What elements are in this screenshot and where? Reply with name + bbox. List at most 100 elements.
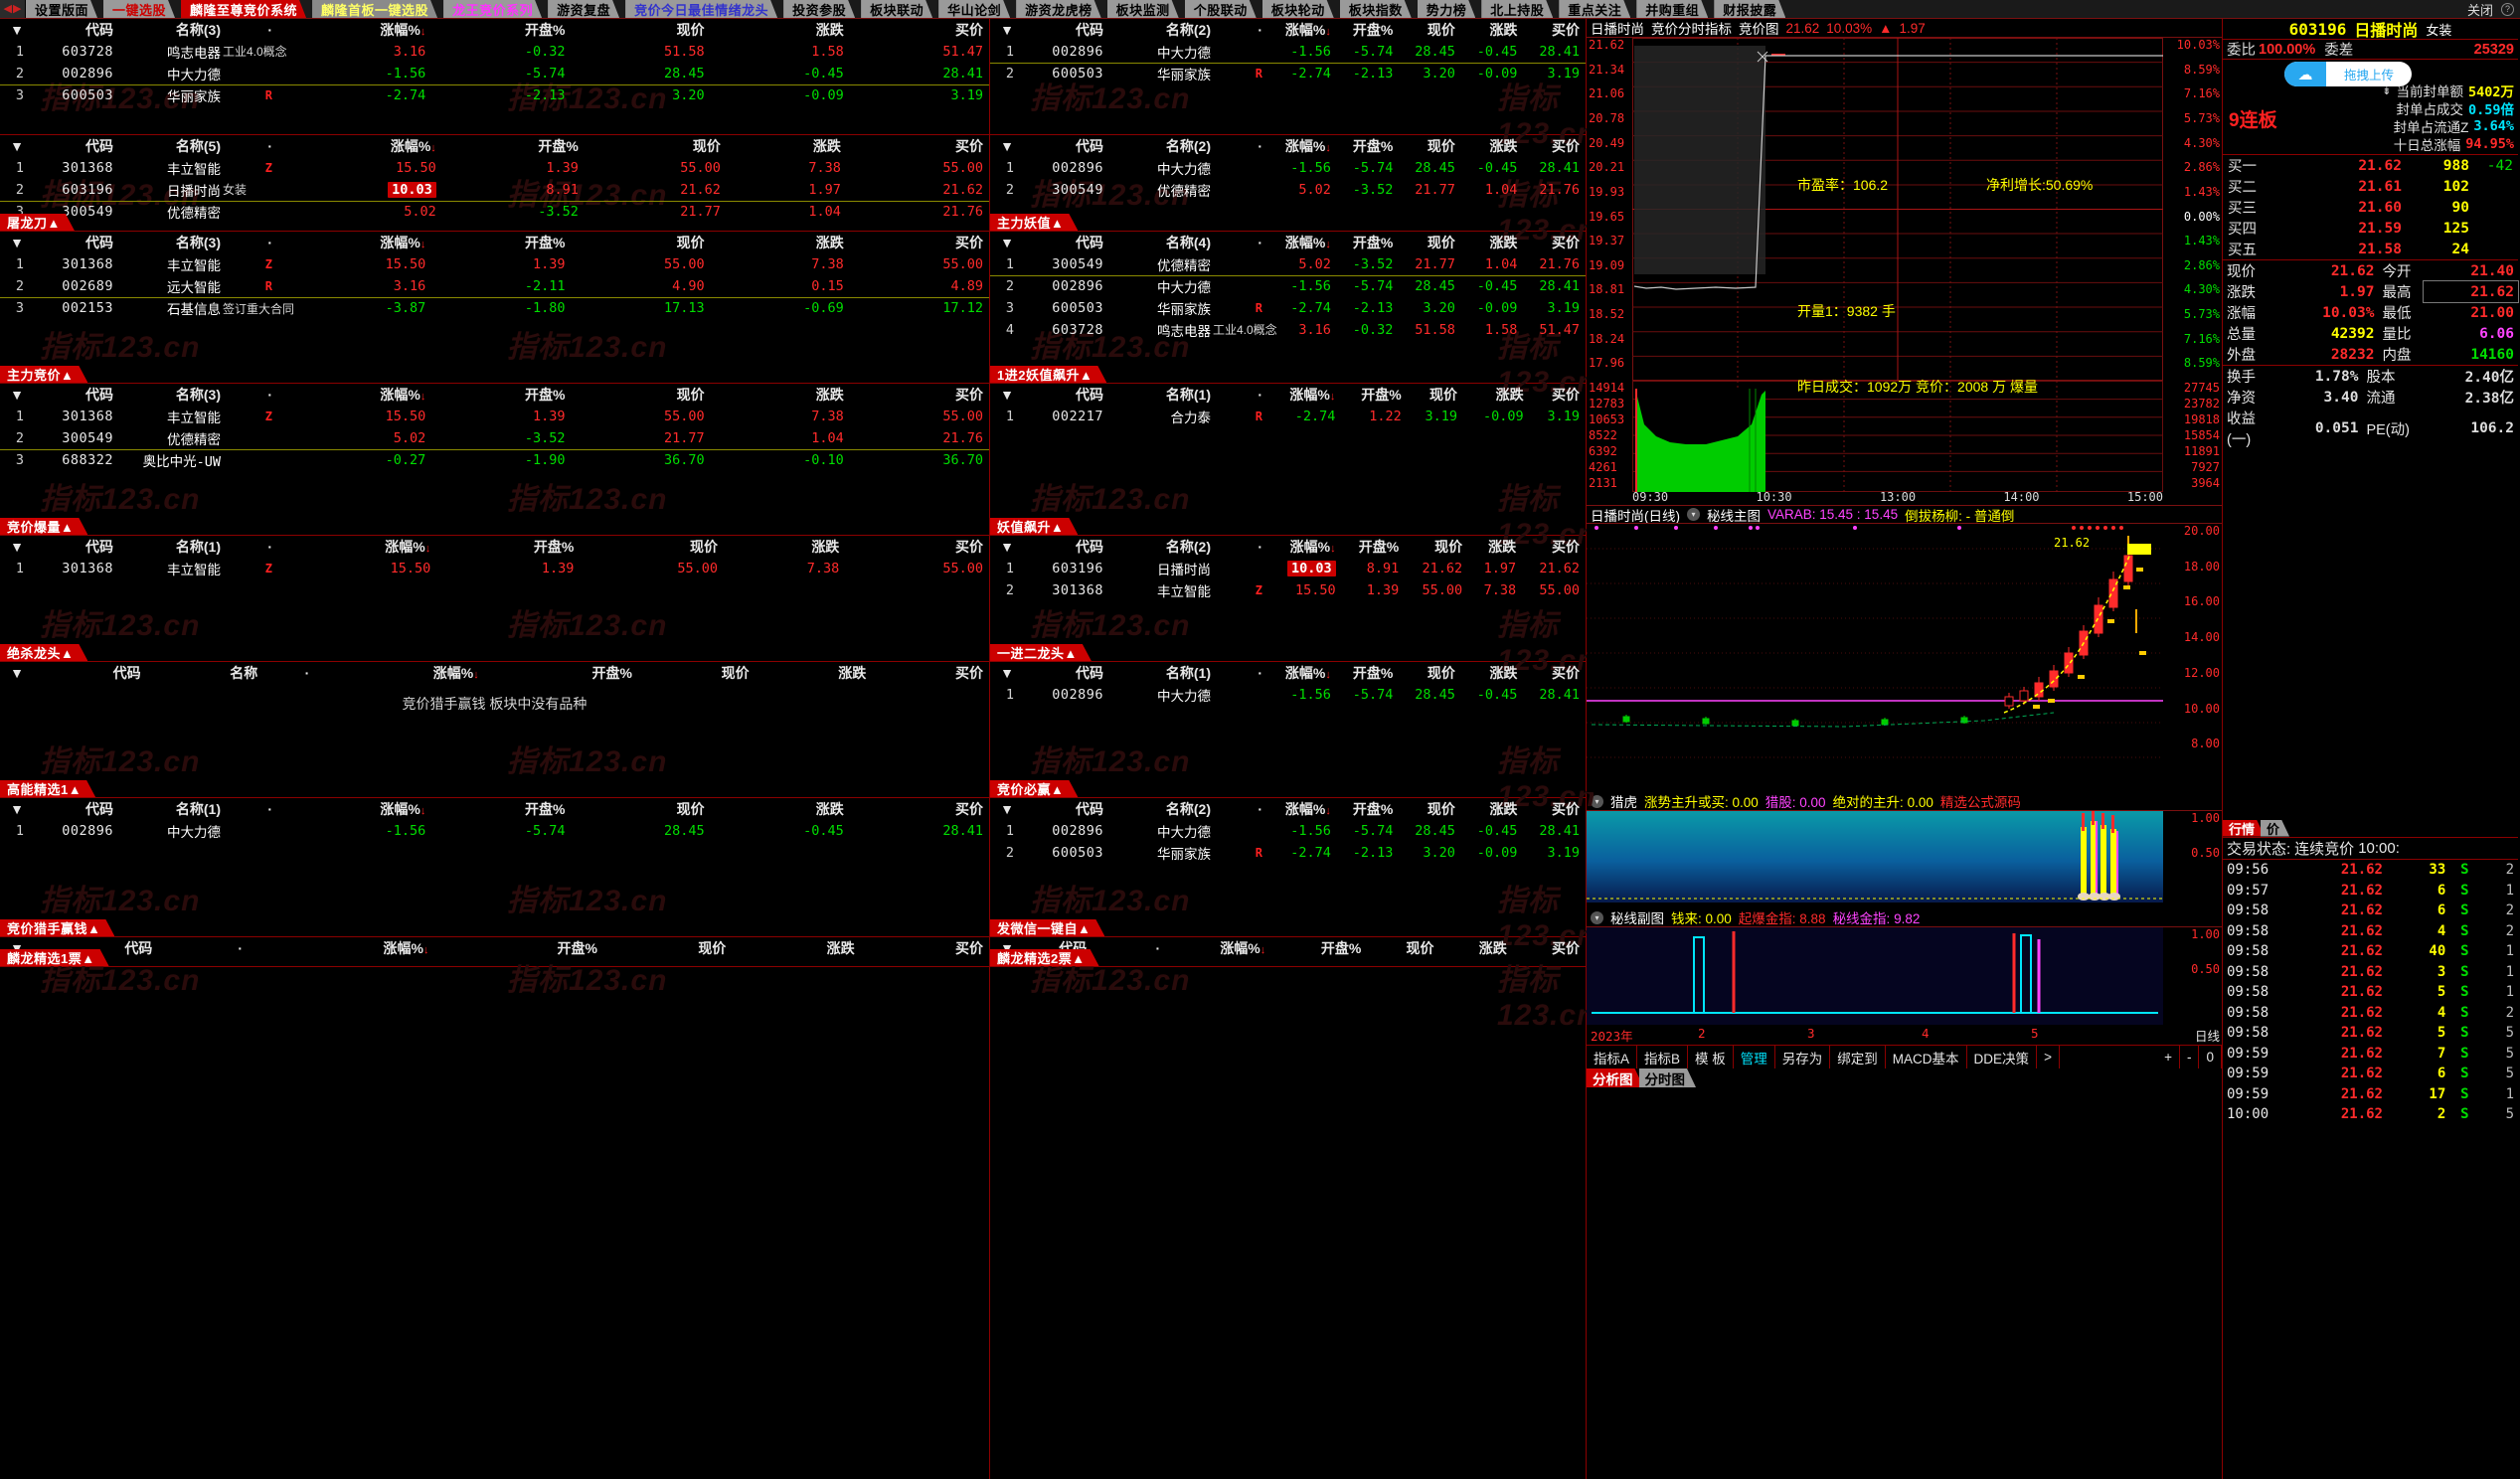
nav-tab-17[interactable]: 重点关注 xyxy=(1559,0,1630,18)
header-code[interactable]: 代码 xyxy=(1020,232,1109,253)
header-pct[interactable]: 涨幅%↓ xyxy=(1166,937,1271,959)
sort-arrow-icon[interactable]: ▼ xyxy=(990,232,1020,253)
table-row[interactable]: 2 002896 中大力德 -1.56 -5.74 28.45 -0.45 28.41 xyxy=(990,275,1586,297)
header-name[interactable]: 名称(2) xyxy=(1109,19,1217,41)
header-price[interactable]: 现价 xyxy=(571,232,710,253)
toolbar-item-1[interactable]: 指标B xyxy=(1637,1046,1689,1068)
table-row[interactable]: 4 603728 鸣志电器 工业4.0概念 3.16 -0.32 51.58 1.58 51.4… xyxy=(990,319,1586,341)
header-price[interactable]: 现价 xyxy=(1399,662,1461,684)
header-chg[interactable]: 涨跌 xyxy=(1461,19,1524,41)
header-price[interactable]: 现价 xyxy=(1399,135,1461,157)
stock-table[interactable]: ▼ 代码 名称(2) · 涨幅%↓ 开盘% 现价 涨跌 买价 1 002896 中大力德 -1.56 -5… xyxy=(990,19,1586,84)
header-name[interactable]: 名称(1) xyxy=(1109,384,1217,406)
header-open[interactable]: 开盘% xyxy=(1337,662,1400,684)
table-row[interactable]: 2 603196 日播时尚 女装 10.03 8.91 21.62 1.97 21.62 xyxy=(0,179,989,202)
panel-title[interactable]: 麟龙精选1票▲ xyxy=(0,949,109,966)
sort-arrow-icon[interactable]: ▼ xyxy=(0,232,30,253)
header-price[interactable]: 现价 xyxy=(1399,798,1461,820)
header-open[interactable]: 开盘% xyxy=(434,937,603,959)
header-dot[interactable]: · xyxy=(227,384,278,406)
table-row[interactable]: 1 301368 丰立智能 Z 15.50 1.39 55.00 7.38 55.00 xyxy=(0,558,989,579)
stock-table[interactable]: ▼ 代码 名称(4) · 涨幅%↓ 开盘% 现价 涨跌 买价 1 300549 优德精密 5.02 -3.… xyxy=(990,232,1586,341)
stock-table[interactable]: ▼ 代码 名称(5) · 涨幅%↓ 开盘% 现价 涨跌 买价 1 301368 丰立智能 Z 15.50 1… xyxy=(0,135,989,223)
header-price[interactable]: 现价 xyxy=(1405,536,1468,558)
panel-title[interactable]: 妖值飙升▲ xyxy=(990,518,1078,535)
nav-tab-19[interactable]: 财报披露 xyxy=(1714,0,1785,18)
table-row[interactable]: 1 301368 丰立智能 Z 15.50 1.39 55.00 7.38 55.00 xyxy=(0,406,989,427)
sort-arrow-icon[interactable]: ▼ xyxy=(990,384,1020,406)
sub2-name[interactable]: 秘线副图 xyxy=(1610,908,1664,926)
table-row[interactable]: 2 300549 优德精密 5.02 -3.52 21.77 1.04 21.76 xyxy=(990,179,1586,201)
table-row[interactable]: 1 002217 合力泰 R -2.74 1.22 3.19 -0.09 3.19 xyxy=(990,406,1586,427)
nav-tab-13[interactable]: 板块轮动 xyxy=(1262,0,1334,18)
sub1-name[interactable]: 猎虎 xyxy=(1610,792,1637,810)
header-name[interactable]: 名称(2) xyxy=(1109,798,1217,820)
header-price[interactable]: 现价 xyxy=(580,536,724,558)
table-row[interactable]: 1 603728 鸣志电器 工业4.0概念 3.16 -0.32 51.58 1.58 51.4… xyxy=(0,41,989,63)
header-bid[interactable]: 买价 xyxy=(1513,937,1586,959)
table-row[interactable]: 1 002896 中大力德 -1.56 -5.74 28.45 -0.45 28.41 xyxy=(990,684,1586,706)
sort-arrow-icon[interactable]: ▼ xyxy=(0,384,30,406)
header-pct[interactable]: 涨幅%↓ xyxy=(1268,19,1337,41)
header-chg[interactable]: 涨跌 xyxy=(1461,232,1524,253)
panel-title[interactable]: 绝杀龙头▲ xyxy=(0,644,87,661)
panel-title[interactable]: 高能精选1▲ xyxy=(0,780,95,797)
zoom-control-0[interactable]: + xyxy=(2157,1046,2180,1068)
intraday-price-plot[interactable]: 21.62 21.34 21.06 20.78 20.49 20.21 19.93 19.65… xyxy=(1587,38,2222,381)
sort-arrow-icon[interactable]: ▼ xyxy=(0,662,30,684)
chart-view-tab-1[interactable]: 分时图 xyxy=(1639,1068,1697,1087)
header-open[interactable]: 开盘% xyxy=(1337,798,1400,820)
stock-table[interactable]: ▼ 代码 名称 · 涨幅%↓ 开盘% 现价 涨跌 买价 xyxy=(0,662,989,684)
header-open[interactable]: 开盘% xyxy=(442,135,585,157)
header-open[interactable]: 开盘% xyxy=(485,662,638,684)
header-bid[interactable]: 买价 xyxy=(850,232,989,253)
header-name[interactable]: 名称(3) xyxy=(119,232,227,253)
period-label[interactable]: 日线 xyxy=(2195,1026,2220,1045)
stock-table[interactable]: ▼ 代码 名称(2) · 涨幅%↓ 开盘% 现价 涨跌 买价 1 002896 中大力德 -1.56 -5… xyxy=(990,135,1586,201)
header-dot[interactable]: · xyxy=(227,19,278,41)
header-pct[interactable]: 涨幅%↓ xyxy=(1268,662,1337,684)
header-bid[interactable]: 买价 xyxy=(850,384,989,406)
nav-right-arrow-icon[interactable]: ▶ xyxy=(13,3,21,15)
header-dot[interactable]: · xyxy=(227,232,278,253)
header-pct[interactable]: 涨幅%↓ xyxy=(278,384,431,406)
sort-arrow-icon[interactable]: ▼ xyxy=(990,798,1020,820)
table-row[interactable]: 1 002896 中大力德 -1.56 -5.74 28.45 -0.45 28.41 xyxy=(0,820,989,842)
header-code[interactable]: 代码 xyxy=(30,798,119,820)
header-pct[interactable]: 涨幅%↓ xyxy=(1268,798,1337,820)
table-row[interactable]: 3 600503 华丽家族 R -2.74 -2.13 3.20 -0.09 3.19 xyxy=(990,297,1586,319)
toolbar-item-8[interactable]: > xyxy=(2037,1046,2060,1068)
toolbar-item-2[interactable]: 模 板 xyxy=(1688,1046,1734,1068)
header-price[interactable]: 现价 xyxy=(1367,937,1439,959)
header-open[interactable]: 开盘% xyxy=(431,798,571,820)
table-row[interactable]: 1 301368 丰立智能 Z 15.50 1.39 55.00 7.38 55.00 xyxy=(0,253,989,275)
header-pct[interactable]: 涨幅%↓ xyxy=(278,135,442,157)
table-row[interactable]: 1 300549 优德精密 5.02 -3.52 21.77 1.04 21.76 xyxy=(990,253,1586,276)
nav-tab-6[interactable]: 竞价今日最佳情绪龙头 xyxy=(625,0,777,18)
header-chg[interactable]: 涨跌 xyxy=(756,662,873,684)
zoom-control-1[interactable]: - xyxy=(2180,1046,2200,1068)
table-row[interactable]: 2 301368 丰立智能 Z 15.50 1.39 55.00 7.38 55.00 xyxy=(990,579,1586,601)
header-price[interactable]: 现价 xyxy=(571,384,710,406)
header-bid[interactable]: 买价 xyxy=(1530,384,1586,406)
stock-table[interactable]: ▼ 代码 名称(1) · 涨幅%↓ 开盘% 现价 涨跌 买价 1 002896 中大力德 -1.56 -5… xyxy=(0,798,989,842)
header-dot[interactable]: · xyxy=(227,798,278,820)
nav-scroll-arrows[interactable]: ◀ ▶ xyxy=(0,0,26,18)
drag-upload-widget[interactable]: ☁ 拖拽上传 xyxy=(2284,62,2412,86)
header-open[interactable]: 开盘% xyxy=(1337,232,1400,253)
stock-table[interactable]: ▼ 代码 名称(2) · 涨幅%↓ 开盘% 现价 涨跌 买价 1 603196 日播时尚 10.03 8.… xyxy=(990,536,1586,601)
zoom-control-2[interactable]: 0 xyxy=(2199,1046,2222,1068)
sub-indicator-2-plot[interactable]: 1.00 0.50 2023年 2 3 4 5 日线 xyxy=(1587,927,2222,1045)
stock-table[interactable]: ▼ 代码 名称(1) · 涨幅%↓ 开盘% 现价 涨跌 买价 1 002896 中大力德 -1.56 -5… xyxy=(990,662,1586,706)
header-name[interactable]: 名称(1) xyxy=(119,798,227,820)
header-name[interactable]: 名称(3) xyxy=(119,384,227,406)
table-row[interactable]: 2 600503 华丽家族 R -2.74 -2.13 3.20 -0.09 3.19 xyxy=(990,842,1586,864)
header-pct[interactable]: 涨幅%↓ xyxy=(1268,135,1337,157)
header-open[interactable]: 开盘% xyxy=(431,232,571,253)
header-code[interactable]: 代码 xyxy=(30,384,119,406)
header-dot[interactable]: · xyxy=(227,536,278,558)
header-code[interactable]: 代码 xyxy=(1020,19,1109,41)
header-price[interactable]: 现价 xyxy=(1408,384,1463,406)
table-row[interactable]: 1 002896 中大力德 -1.56 -5.74 28.45 -0.45 28.41 xyxy=(990,157,1586,179)
nav-tab-2[interactable]: 麟隆至尊竞价系统 xyxy=(181,0,306,18)
